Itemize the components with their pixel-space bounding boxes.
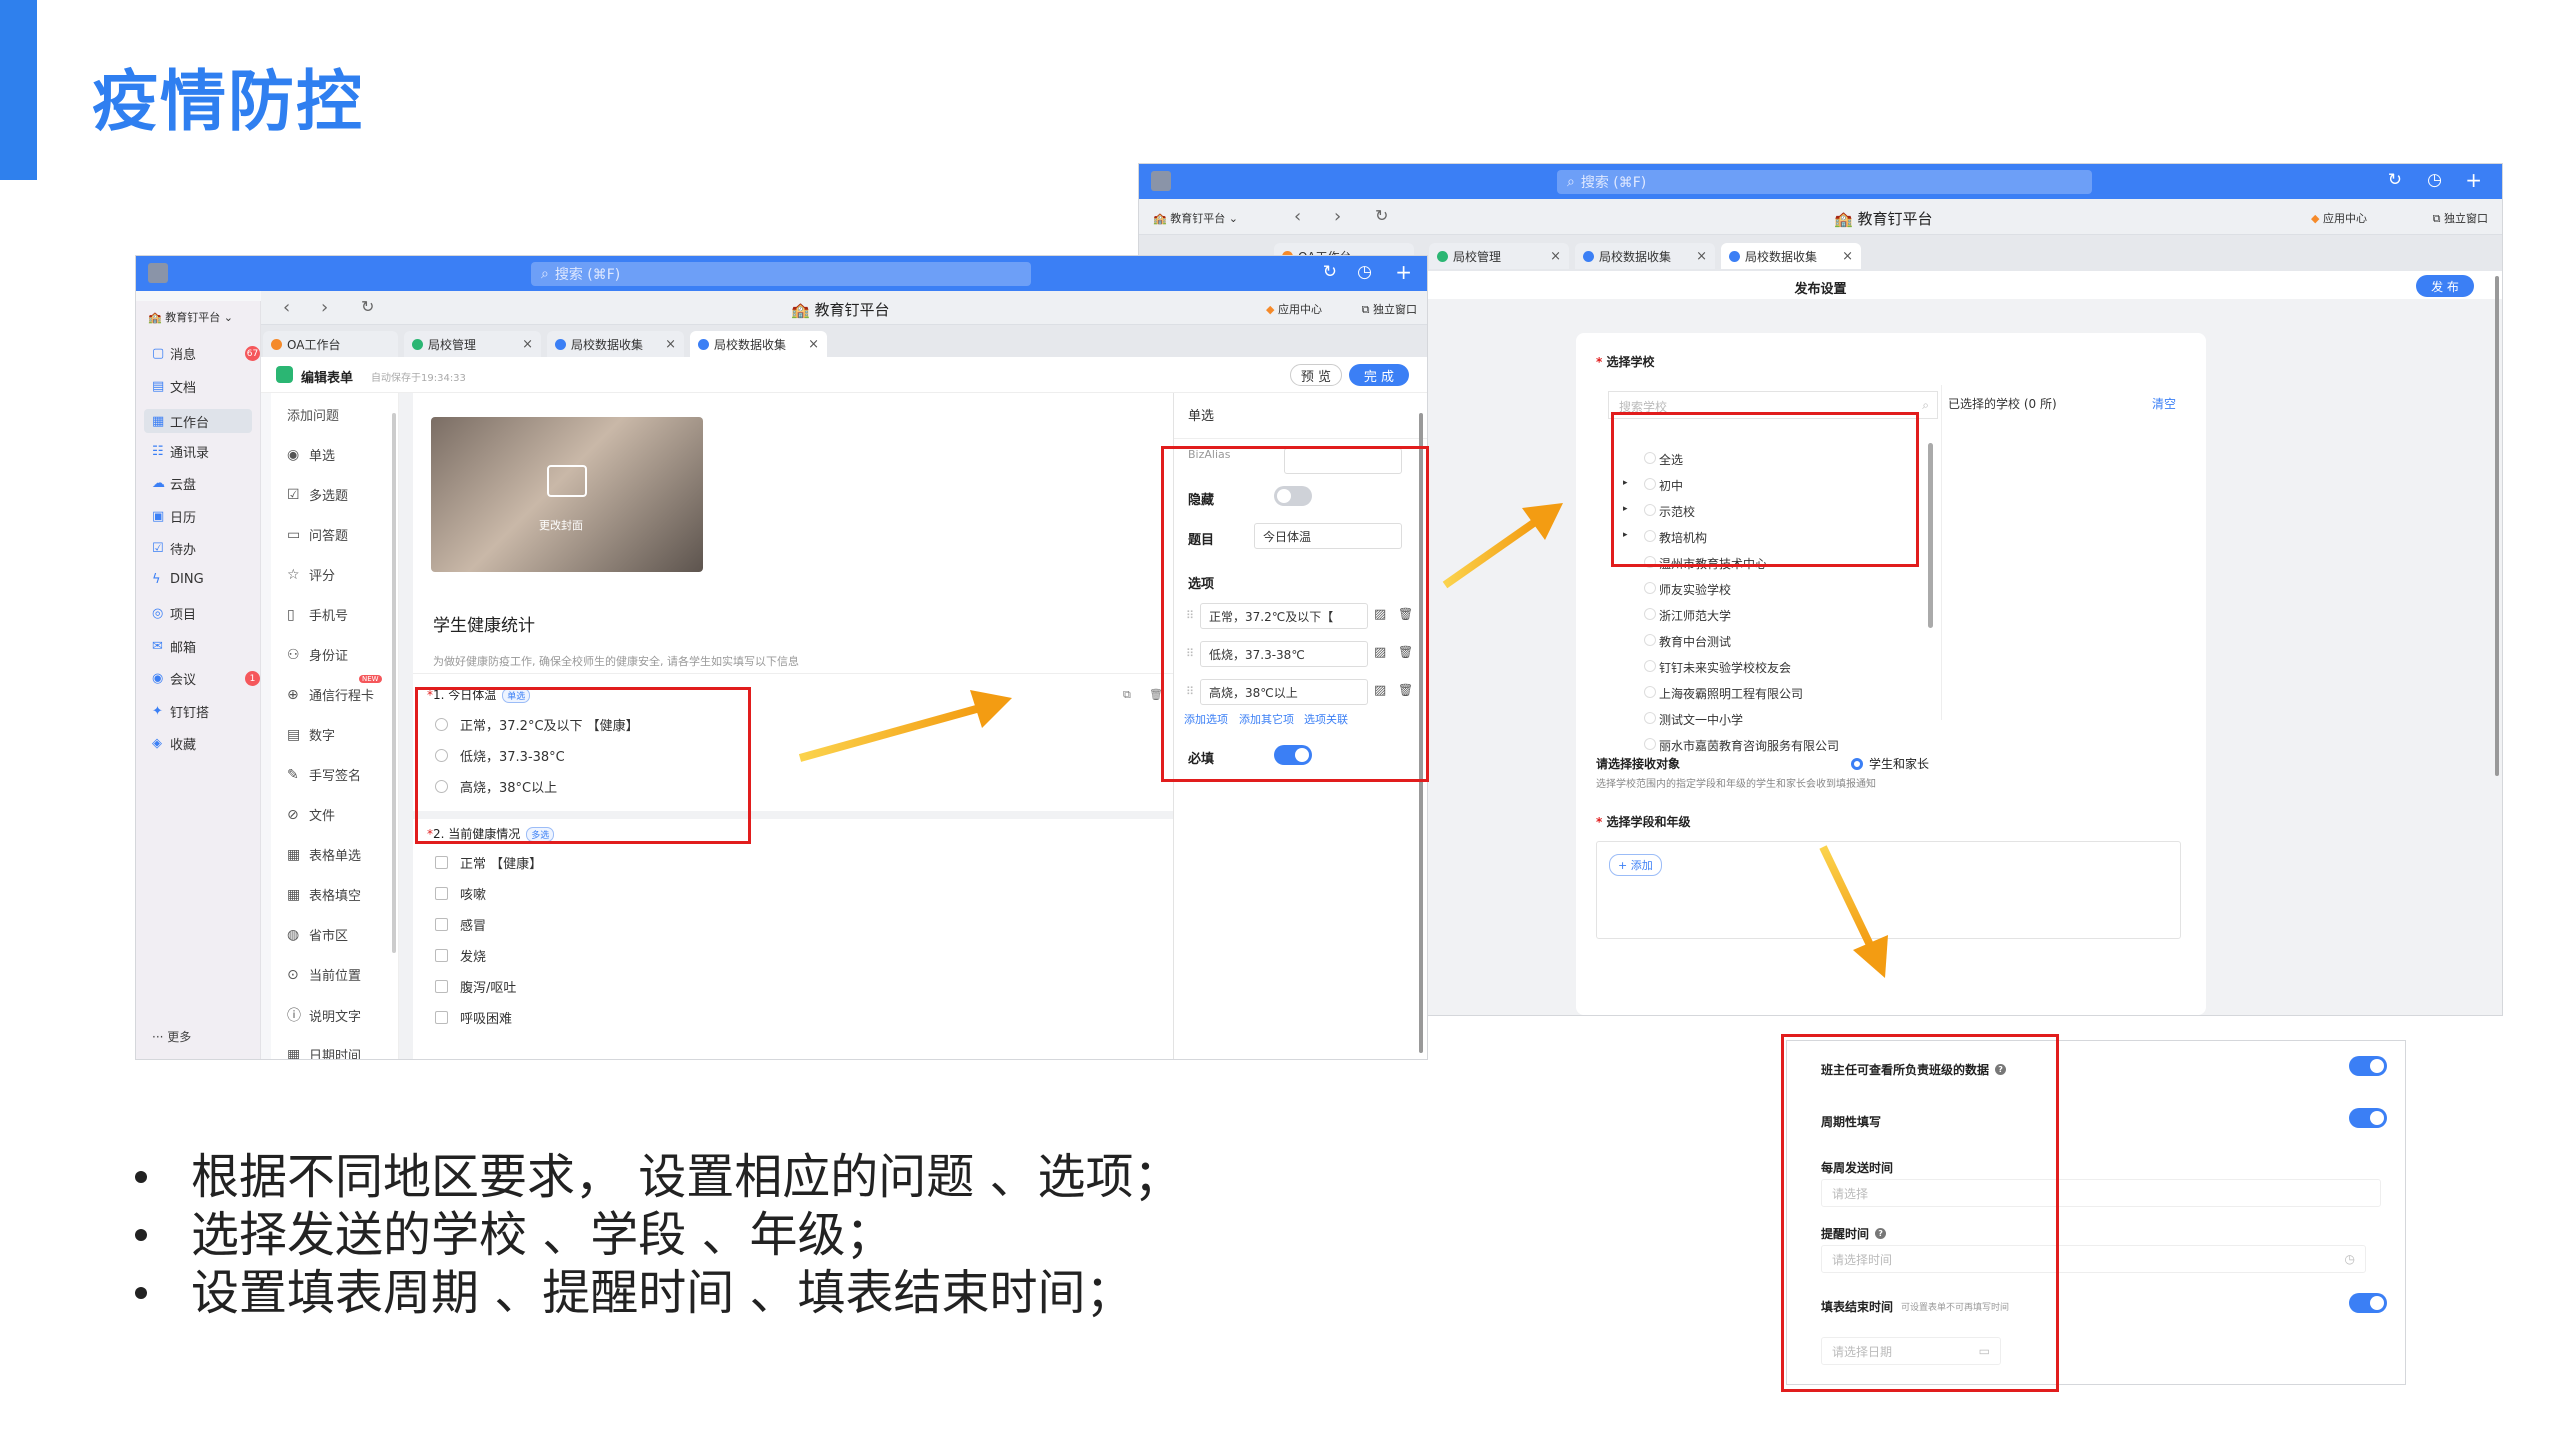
bullet-dot xyxy=(135,1171,147,1183)
bullet-dot xyxy=(135,1229,147,1241)
bullet-dot xyxy=(135,1287,147,1299)
bullet-item: 设置填表周期 、提醒时间 、填表结束时间； xyxy=(135,1264,1182,1322)
arrow-to-properties xyxy=(798,690,1012,762)
bullet-list: 根据不同地区要求， 设置相应的问题 、选项； 选择发送的学校 、学段 、年级； … xyxy=(135,1148,1182,1322)
bullet-item: 根据不同地区要求， 设置相应的问题 、选项； xyxy=(135,1148,1182,1206)
arrow-to-schools xyxy=(1442,503,1563,589)
slide: 疫情防控 ⌕ 搜索 (⌘F) ↻ ◷ + 🏫 教育钉平台 ⌄ ‹ › ↻ 🏫 教育… xyxy=(0,0,2560,1440)
arrow-to-settings xyxy=(1819,845,1888,978)
bullet-item: 选择发送的学校 、学段 、年级； xyxy=(135,1206,1182,1264)
